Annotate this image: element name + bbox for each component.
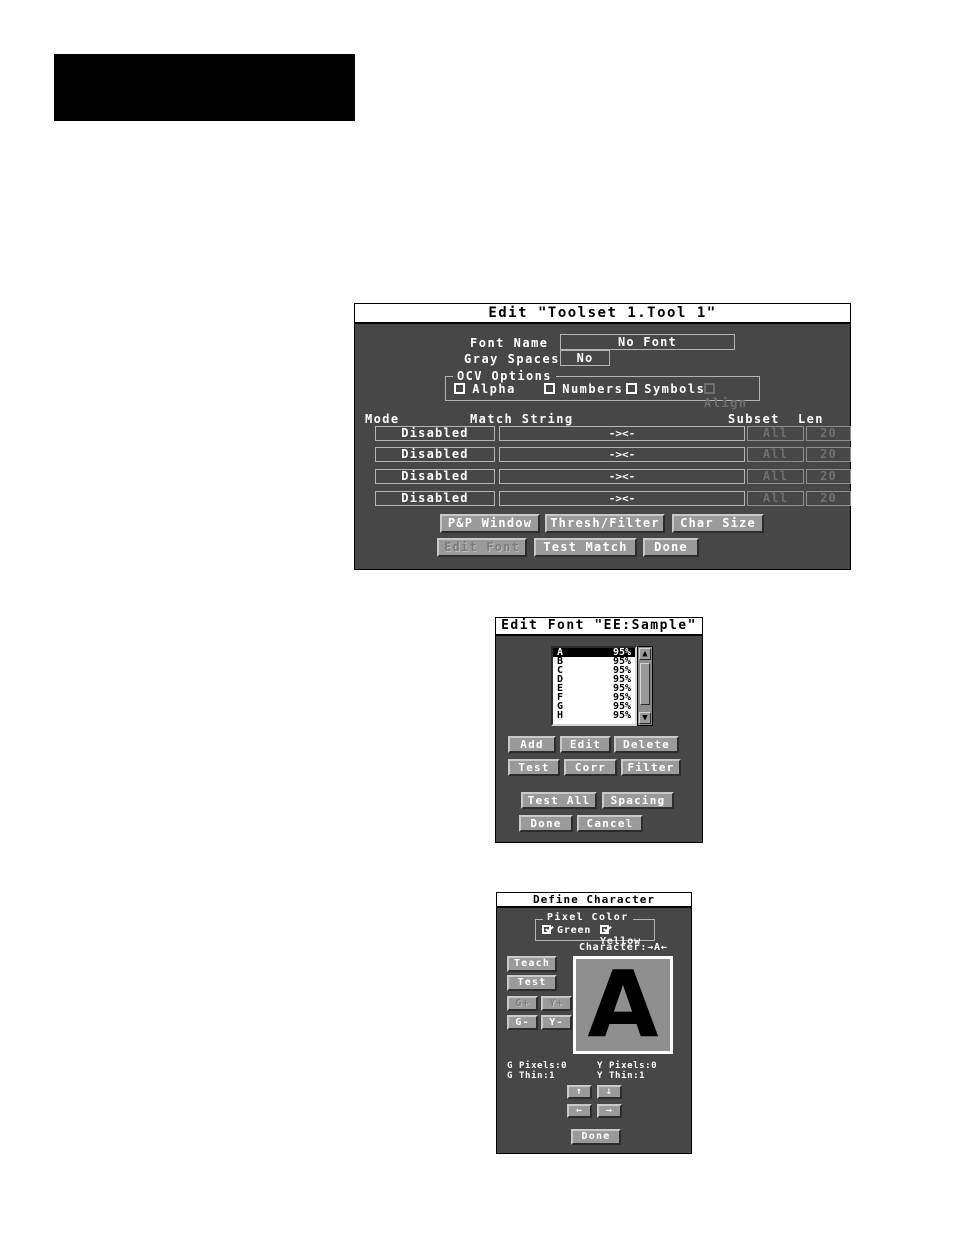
row-subset-field: All	[747, 469, 804, 484]
yellow-pixels-stat: Y Pixels:0	[597, 1061, 658, 1071]
test-match-button[interactable]: Test Match	[534, 538, 637, 557]
row-mode-field[interactable]: Disabled	[375, 491, 495, 506]
character-preview-canvas[interactable]: A	[573, 956, 673, 1054]
row-match-string-field[interactable]: -><-	[499, 491, 745, 506]
edit-font-dialog-title: Edit Font "EE:Sample"	[496, 618, 702, 636]
list-item-char: H	[557, 710, 564, 721]
edit-tool-dialog-title: Edit "Toolset 1.Tool 1"	[355, 304, 850, 324]
ocv-options-group-label: OCV Options	[453, 369, 556, 383]
done-button[interactable]: Done	[643, 538, 699, 557]
nudge-up-button[interactable]: ↑	[567, 1085, 592, 1099]
column-header-len: Len	[798, 412, 824, 426]
font-name-field[interactable]: No Font	[560, 334, 735, 350]
column-header-match-string: Match String	[470, 412, 574, 426]
checkbox-numbers-icon[interactable]	[544, 383, 555, 394]
checkbox-yellow-icon[interactable]	[600, 925, 609, 934]
green-pixels-stat: G Pixels:0	[507, 1061, 568, 1071]
character-list[interactable]: A 95% B 95% C 95% D 95% E 95% F 95% G 95…	[551, 646, 637, 726]
add-button[interactable]: Add	[508, 736, 556, 753]
character-glyph: A	[587, 956, 659, 1054]
row-match-string-field[interactable]: -><-	[499, 426, 745, 441]
table-row: Disabled -><- All 20	[375, 491, 851, 506]
row-mode-field[interactable]: Disabled	[375, 426, 495, 441]
edit-font-button: Edit Font	[437, 538, 527, 557]
row-subset-field: All	[747, 491, 804, 506]
row-match-string-field[interactable]: -><-	[499, 469, 745, 484]
character-readout-label: Character:→A←	[579, 942, 668, 953]
row-mode-field[interactable]: Disabled	[375, 469, 495, 484]
yellow-increase-button: Y+	[541, 996, 572, 1011]
corr-button[interactable]: Corr	[564, 759, 617, 776]
table-row: Disabled -><- All 20	[375, 469, 851, 484]
ocv-option-symbols[interactable]: Symbols	[626, 382, 705, 396]
green-decrease-button[interactable]: G-	[507, 1015, 538, 1030]
yellow-decrease-button[interactable]: Y-	[541, 1015, 572, 1030]
define-character-dialog: Define Character Pixel Color Green Yello…	[496, 892, 692, 1154]
thresh-filter-button[interactable]: Thresh/Filter	[545, 514, 665, 533]
font-cancel-button[interactable]: Cancel	[577, 815, 643, 832]
column-header-subset: Subset	[728, 412, 780, 426]
edit-font-dialog: Edit Font "EE:Sample" A 95% B 95% C 95% …	[495, 617, 703, 843]
ocv-option-alpha-label: Alpha	[472, 382, 516, 396]
pixel-color-green[interactable]: Green	[542, 925, 591, 936]
font-name-label: Font Name	[470, 336, 549, 350]
pixel-color-group: Pixel Color Green Yellow	[535, 912, 655, 947]
test-all-button[interactable]: Test All	[521, 792, 597, 809]
pixel-color-group-label: Pixel Color	[543, 912, 633, 923]
ocv-option-align-label: Align	[704, 396, 748, 410]
checkbox-alpha-icon[interactable]	[454, 383, 465, 394]
green-increase-button: G+	[507, 996, 538, 1011]
nudge-right-button[interactable]: →	[597, 1104, 622, 1118]
char-test-button[interactable]: Test	[507, 975, 557, 991]
delete-button[interactable]: Delete	[614, 736, 679, 753]
teach-button[interactable]: Teach	[507, 956, 557, 972]
pixel-color-green-label: Green	[557, 925, 592, 936]
spacing-button[interactable]: Spacing	[602, 792, 674, 809]
arrow-down-icon[interactable]: ▼	[639, 712, 651, 724]
row-len-field: 20	[806, 426, 851, 441]
green-thin-stat: G Thin:1	[507, 1071, 556, 1081]
font-done-button[interactable]: Done	[519, 815, 573, 832]
define-character-dialog-title: Define Character	[497, 893, 691, 908]
row-len-field: 20	[806, 447, 851, 462]
checkbox-align-icon	[704, 383, 715, 394]
filter-button[interactable]: Filter	[621, 759, 681, 776]
test-button[interactable]: Test	[508, 759, 560, 776]
checkbox-green-icon[interactable]	[542, 925, 551, 934]
row-subset-field: All	[747, 426, 804, 441]
pp-window-button[interactable]: P&P Window	[440, 514, 540, 533]
list-item[interactable]: H 95%	[553, 710, 635, 721]
table-row: Disabled -><- All 20	[375, 447, 851, 462]
ocv-option-align: Align	[704, 382, 759, 410]
table-row: Disabled -><- All 20	[375, 426, 851, 441]
edit-button[interactable]: Edit	[560, 736, 611, 753]
ocv-option-symbols-label: Symbols	[644, 382, 706, 396]
nudge-down-button[interactable]: ↓	[597, 1085, 622, 1099]
arrow-up-icon[interactable]: ▲	[639, 648, 651, 660]
row-len-field: 20	[806, 491, 851, 506]
edit-tool-dialog: Edit "Toolset 1.Tool 1" Font Name No Fon…	[354, 303, 851, 570]
character-list-scrollbar[interactable]: ▲ ▼	[637, 646, 653, 726]
ocv-option-numbers-label: Numbers	[562, 382, 624, 396]
redacted-header-block	[54, 54, 355, 121]
define-char-done-button[interactable]: Done	[571, 1129, 621, 1145]
checkbox-symbols-icon[interactable]	[626, 383, 637, 394]
scrollbar-thumb[interactable]	[640, 663, 650, 705]
ocv-option-alpha[interactable]: Alpha	[454, 382, 516, 396]
row-subset-field: All	[747, 447, 804, 462]
nudge-left-button[interactable]: ←	[567, 1104, 592, 1118]
yellow-thin-stat: Y Thin:1	[597, 1071, 646, 1081]
gray-spaces-field[interactable]: No	[560, 350, 610, 366]
ocv-options-group: OCV Options Alpha Numbers Symbols Align	[445, 369, 760, 410]
char-size-button[interactable]: Char Size	[672, 514, 764, 533]
row-len-field: 20	[806, 469, 851, 484]
row-mode-field[interactable]: Disabled	[375, 447, 495, 462]
gray-spaces-label: Gray Spaces	[464, 352, 560, 366]
ocv-option-numbers[interactable]: Numbers	[544, 382, 623, 396]
row-match-string-field[interactable]: -><-	[499, 447, 745, 462]
column-header-mode: Mode	[365, 412, 400, 426]
list-item-percent: 95%	[612, 710, 631, 721]
